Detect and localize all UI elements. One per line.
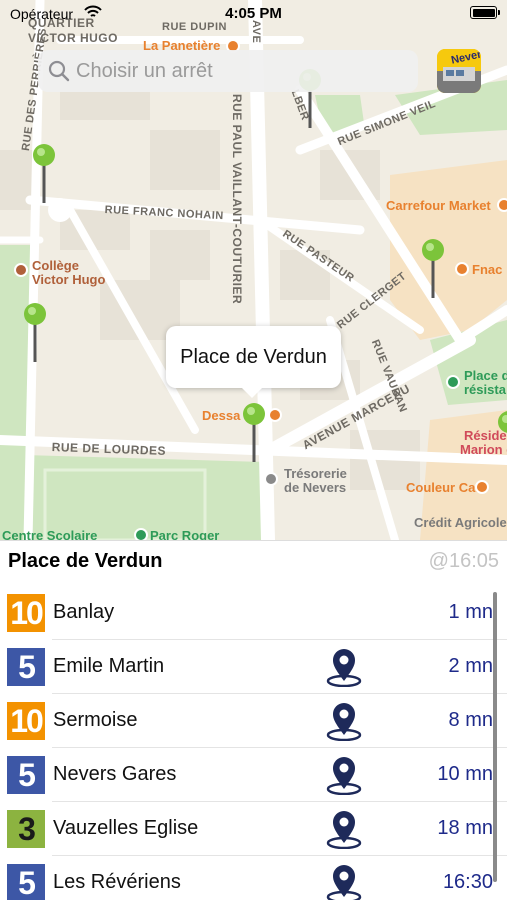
- government-icon[interactable]: [264, 472, 278, 486]
- school-icon[interactable]: [14, 263, 28, 277]
- line-badge: 10: [7, 702, 45, 740]
- scrollbar[interactable]: [493, 592, 497, 882]
- poi-label[interactable]: Carrefour Market: [386, 198, 491, 213]
- line-badge: 5: [7, 756, 45, 794]
- stop-callout[interactable]: Place de Verdun: [166, 326, 341, 398]
- departure-row[interactable]: 10 Banlay 1 mn: [0, 586, 507, 640]
- park-icon[interactable]: [446, 375, 460, 389]
- search-icon: [48, 60, 70, 82]
- poi-label[interactable]: résista: [464, 382, 506, 397]
- stop-search-bar[interactable]: [38, 50, 418, 92]
- departure-time: 18 mn: [437, 817, 493, 839]
- line-badge: 5: [7, 864, 45, 900]
- locate-bus-icon[interactable]: [325, 701, 363, 741]
- departure-row[interactable]: 3 Vauzelles Eglise 18 mn: [0, 802, 507, 856]
- shopping-icon[interactable]: [497, 198, 507, 212]
- update-time: @16:05: [428, 550, 499, 572]
- locate-bus-icon[interactable]: [325, 755, 363, 795]
- departure-time: 1 mn: [448, 601, 493, 623]
- departure-row[interactable]: 5 Les Révériens 16:30: [0, 856, 507, 900]
- app: QUARTIER VICTOR HUGO RUE DUPIN AVE LBER …: [0, 0, 507, 900]
- stop-pin-icon[interactable]: [22, 302, 48, 362]
- destination-label: Banlay: [53, 601, 115, 623]
- poi-label[interactable]: Parc Roger: [150, 528, 219, 540]
- poi-label[interactable]: Centre Scolaire: [2, 528, 97, 540]
- poi-label[interactable]: Fnac: [472, 262, 502, 277]
- stop-title: Place de Verdun: [8, 550, 163, 572]
- poi-label[interactable]: Crédit Agricole: [414, 515, 507, 530]
- poi-label[interactable]: Place de: [464, 368, 507, 383]
- park-icon[interactable]: [134, 528, 148, 540]
- status-time: 4:05 PM: [225, 5, 282, 22]
- poi-label[interactable]: de Nevers: [284, 480, 346, 495]
- departure-time: 10 mn: [437, 763, 493, 785]
- departure-row[interactable]: 10 Sermoise 8 mn: [0, 694, 507, 748]
- line-badge: 3: [7, 810, 45, 848]
- line-badge: 5: [7, 648, 45, 686]
- destination-label: Les Révériens: [53, 871, 181, 893]
- destination-label: Nevers Gares: [53, 763, 177, 785]
- stop-pin-icon[interactable]: [420, 238, 446, 298]
- departure-row[interactable]: 5 Nevers Gares 10 mn: [0, 748, 507, 802]
- departure-time: 8 mn: [448, 709, 493, 731]
- status-bar: Opérateur 4:05 PM: [0, 0, 507, 28]
- destination-label: Emile Martin: [53, 655, 165, 677]
- departure-time: 16:30: [442, 871, 493, 893]
- locate-bus-icon[interactable]: [325, 809, 363, 849]
- panel-header: Place de Verdun @16:05: [0, 540, 507, 580]
- stop-pin-icon-selected[interactable]: [241, 402, 267, 462]
- departures-list[interactable]: 10 Banlay 1 mn 5 Emile Martin 2 mn 10 Sermoise 8…: [0, 586, 507, 900]
- destination-label: Vauzelles Eglise: [53, 817, 199, 839]
- departure-row[interactable]: 5 Emile Martin 2 mn: [0, 640, 507, 694]
- cafe-icon[interactable]: [475, 480, 489, 494]
- line-badge: 10: [7, 594, 45, 632]
- app-logo-button[interactable]: Nevers: [437, 49, 481, 93]
- battery-icon: [470, 6, 500, 19]
- restaurant-icon[interactable]: [268, 408, 282, 422]
- poi-label[interactable]: Victor Hugo: [32, 272, 105, 287]
- locate-bus-icon[interactable]: [325, 863, 363, 900]
- shopping-icon[interactable]: [455, 262, 469, 276]
- departures-panel: Place de Verdun @16:05 10 Banlay 1 mn 5 Emil…: [0, 540, 507, 900]
- departure-time: 2 mn: [448, 655, 493, 677]
- poi-label[interactable]: Trésorerie: [284, 466, 347, 481]
- stop-pin-icon[interactable]: [496, 410, 507, 470]
- locate-bus-icon[interactable]: [325, 647, 363, 687]
- stop-pin-icon[interactable]: [31, 143, 57, 203]
- poi-label[interactable]: Dessa: [202, 408, 240, 423]
- poi-label[interactable]: Collège: [32, 258, 79, 273]
- destination-label: Sermoise: [53, 709, 138, 731]
- search-input[interactable]: [76, 59, 396, 83]
- street-label: RUE PAUL VAILLANT-COUTURIER: [230, 94, 244, 305]
